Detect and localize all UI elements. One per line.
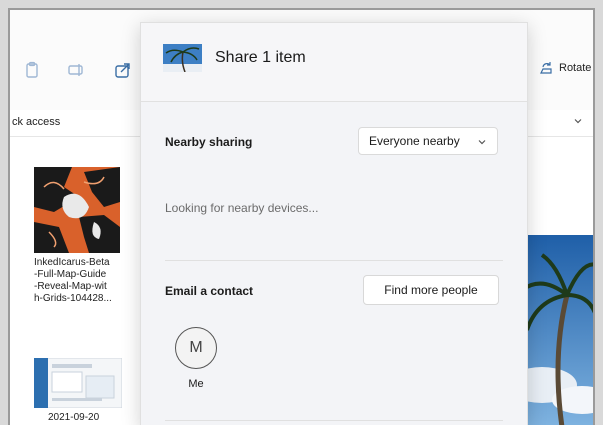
email-contact-label: Email a contact [165, 284, 254, 298]
divider [165, 260, 503, 261]
rotate-icon [540, 62, 552, 74]
divider [165, 420, 503, 421]
share-flyout: Share 1 item Nearby sharing Everyone nea… [140, 22, 528, 425]
map-image-thumbnail[interactable] [34, 167, 120, 253]
rotate-button[interactable]: Rotate [538, 60, 591, 76]
chevron-down-icon[interactable] [573, 116, 583, 126]
nearby-sharing-dropdown[interactable]: Everyone nearby [358, 127, 498, 155]
share-icon[interactable] [113, 60, 133, 80]
find-more-people-button[interactable]: Find more people [363, 275, 499, 305]
file-name-screenshot[interactable]: 2021-09-20 [48, 412, 99, 424]
palm-photo-thumbnail[interactable] [522, 235, 595, 425]
contact-name: Me [188, 378, 204, 390]
rotate-label: Rotate [559, 62, 592, 74]
contact-avatar[interactable]: M [175, 327, 217, 369]
share-header: Share 1 item [141, 23, 527, 102]
rename-icon[interactable] [66, 60, 86, 80]
chevron-down-icon [478, 140, 486, 145]
nearby-sharing-label: Nearby sharing [165, 135, 253, 149]
nearby-sharing-value: Everyone nearby [369, 134, 460, 148]
nearby-status-text: Looking for nearby devices... [165, 201, 319, 215]
explorer-window: Rotate ck access InkedIcarus-Beta -Full-… [8, 8, 595, 425]
file-name-map[interactable]: InkedIcarus-Beta -Full-Map-Guide -Reveal… [34, 257, 124, 305]
paste-icon[interactable] [22, 60, 42, 80]
address-text: ck access [12, 116, 61, 128]
share-title: Share 1 item [215, 49, 306, 66]
shared-item-thumbnail [163, 44, 202, 72]
screenshot-thumbnail[interactable] [34, 358, 122, 408]
